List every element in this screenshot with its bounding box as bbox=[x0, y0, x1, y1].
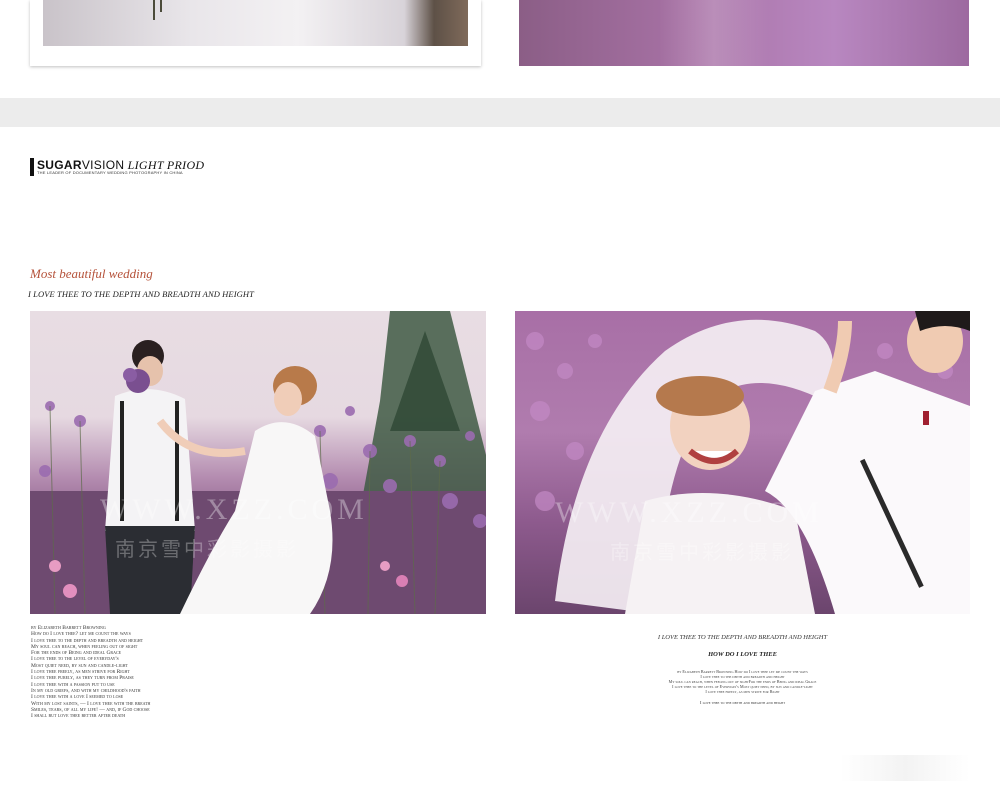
photo-sheen bbox=[659, 0, 769, 66]
photo-top-left bbox=[43, 0, 468, 46]
section-divider bbox=[0, 98, 1000, 127]
poem-left: by Elizabeth Barrett Browning How do I l… bbox=[31, 625, 231, 719]
watermark-latin: WWW.XZZ.COM bbox=[100, 493, 368, 526]
watermark-cn: 南京雪中彩影摄影 bbox=[610, 540, 794, 564]
caption-title: I LOVE THEE TO THE DEPTH AND BREADTH AND… bbox=[657, 634, 828, 641]
top-strip bbox=[0, 0, 1000, 98]
logo-bar bbox=[30, 158, 34, 176]
poem-line: I shall but love thee better after death bbox=[31, 713, 126, 720]
flower-stem bbox=[160, 0, 162, 12]
photo-couple-walking[interactable]: WWW.XZZ.COM 南京雪中彩影摄影 bbox=[30, 311, 486, 614]
faint-watermark bbox=[840, 755, 970, 781]
photo-bride-veil-illustration bbox=[526, 311, 970, 614]
watermark-cn: 南京雪中彩影摄影 bbox=[115, 537, 299, 561]
photo-card-top-left[interactable] bbox=[30, 0, 481, 66]
poem-right: by Elizabeth Barrett Browning How do I l… bbox=[515, 669, 970, 695]
heading-script: Most beautiful wedding bbox=[30, 266, 153, 281]
flower-stem bbox=[153, 0, 155, 20]
heading-main: I LOVE THEE TO THE DEPTH AND BREADTH AND… bbox=[28, 289, 254, 299]
watermark-latin: WWW.XZZ.COM bbox=[555, 496, 823, 529]
photo-couple-walking-illustration bbox=[30, 311, 486, 614]
poem-line: I love thee freely, as men strive for Ri… bbox=[705, 688, 780, 694]
photo-bride-veil[interactable]: WWW.XZZ.COM 南京雪中彩影摄影 bbox=[515, 311, 970, 614]
brand-tagline: THE LEADER OF DOCUMENTARY WEDDING PHOTOG… bbox=[37, 170, 183, 175]
caption-subtitle: HOW DO I LOVE THEE bbox=[708, 651, 777, 658]
caption-footer: I love thee to the depth and breadth and… bbox=[699, 700, 786, 705]
photo-top-right[interactable] bbox=[519, 0, 969, 66]
